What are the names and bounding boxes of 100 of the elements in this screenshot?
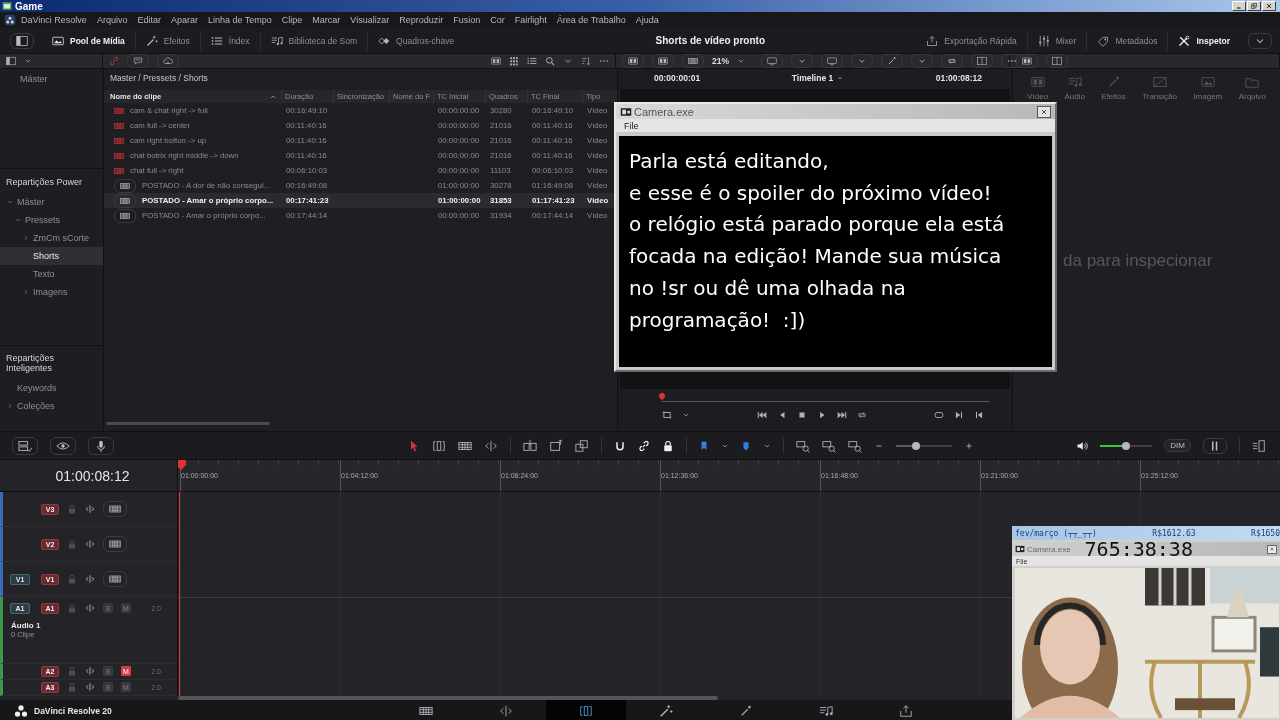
restore-button[interactable] — [1247, 1, 1261, 11]
microphone-icon[interactable] — [88, 436, 114, 455]
sidebar-item[interactable]: Shorts — [33, 251, 59, 261]
menu-item[interactable]: Cor — [485, 15, 510, 25]
chevron-down-icon[interactable] — [22, 234, 30, 242]
film-strip-icon[interactable] — [103, 501, 127, 517]
toolbar-tab[interactable]: Inspetor — [1168, 31, 1240, 50]
menu-item[interactable]: Reproduzir — [394, 15, 449, 25]
menu-item[interactable]: Marcar — [307, 15, 346, 25]
toolbar-tab[interactable]: Quadros-chave — [368, 31, 465, 50]
slider-thumb[interactable] — [1122, 441, 1131, 450]
link-arrows-icon[interactable] — [85, 666, 95, 676]
thumbnail-view-icon[interactable] — [652, 54, 674, 68]
close-button[interactable] — [1037, 105, 1051, 118]
menu-item[interactable]: Visualizar — [345, 15, 395, 25]
link-arrows-icon[interactable] — [85, 682, 95, 692]
grid-icon[interactable] — [509, 56, 519, 66]
split-view-icon[interactable] — [1046, 54, 1068, 68]
lock-icon[interactable] — [662, 439, 674, 452]
menu-item[interactable]: Ajuda — [630, 15, 664, 25]
scrollbar[interactable] — [178, 696, 718, 700]
list-icon[interactable] — [527, 56, 537, 66]
chevron-down-icon[interactable] — [6, 198, 14, 206]
sidebar-item[interactable]: Keywords — [17, 383, 57, 393]
thumbnail-view-icon[interactable] — [622, 54, 644, 68]
toolbar-tab[interactable]: Metadados — [1087, 31, 1169, 50]
sidebar-item[interactable]: Coleções — [17, 401, 55, 411]
loop-icon[interactable] — [857, 410, 867, 420]
zoom-level[interactable]: 21% — [712, 56, 729, 66]
monitor-icon[interactable] — [821, 54, 843, 68]
next-edit-icon[interactable] — [954, 410, 964, 420]
trim-arrows-icon[interactable] — [484, 438, 498, 453]
sidebar-item[interactable]: Pressets — [25, 215, 60, 225]
previous-edit-icon[interactable] — [974, 410, 984, 420]
panel-icon[interactable] — [6, 56, 16, 66]
search-icon[interactable] — [545, 56, 555, 66]
menu-item[interactable]: Arquivo — [91, 15, 133, 25]
sidebar-item[interactable]: ZmCm sCorte — [33, 233, 89, 243]
play-icon[interactable] — [817, 410, 827, 420]
link-arrows-icon[interactable] — [85, 574, 95, 584]
magnet-icon[interactable] — [614, 439, 626, 452]
link-arrows-icon[interactable] — [85, 539, 95, 549]
marker-icon[interactable] — [741, 440, 751, 451]
zoom-icon[interactable] — [822, 438, 836, 453]
split-view-icon[interactable] — [971, 54, 993, 68]
toolbar-tab[interactable]: Mixer — [1027, 31, 1088, 50]
loop-icon[interactable] — [941, 54, 963, 68]
insert-clip-icon[interactable] — [523, 438, 537, 453]
slider-thumb[interactable] — [911, 441, 920, 450]
panel-toggle-icon[interactable] — [1252, 438, 1266, 453]
playhead-marker[interactable] — [657, 391, 667, 401]
zoom-icon[interactable] — [848, 438, 862, 453]
page-tab[interactable] — [546, 700, 626, 720]
thumbnail-view-icon[interactable] — [1016, 54, 1038, 68]
menu-item[interactable]: Linha de Tempo — [202, 15, 277, 25]
toolbar-tab[interactable]: Efeitos — [135, 31, 201, 50]
toolbar-tab[interactable]: Pool de Mídia — [42, 31, 136, 50]
eye-icon[interactable] — [50, 436, 76, 455]
go-to-end-icon[interactable] — [837, 410, 847, 420]
film-strip-icon[interactable] — [103, 536, 127, 552]
panel-icon[interactable] — [10, 32, 34, 49]
dim-button[interactable]: DIM — [1164, 439, 1191, 452]
toolbar-tab[interactable]: Índex — [200, 31, 261, 50]
monitor-icon[interactable] — [761, 54, 783, 68]
minimize-button[interactable] — [1232, 1, 1246, 11]
playhead-marker[interactable] — [178, 460, 186, 470]
toolbar-tab[interactable]: Biblioteca de Som — [260, 31, 369, 50]
chevron-down-icon[interactable] — [14, 216, 22, 224]
menu-item[interactable]: Aparar — [165, 15, 203, 25]
sidebar-item[interactable]: Máster — [20, 74, 103, 84]
thumbnail-view-icon[interactable] — [491, 56, 501, 66]
menu-item[interactable]: Fairlight — [509, 15, 552, 25]
menu-item[interactable]: Clipe — [276, 15, 308, 25]
flag-icon[interactable] — [699, 440, 709, 451]
chevron-down-icon[interactable] — [24, 57, 32, 65]
replace-clip-icon[interactable] — [575, 438, 589, 453]
timeline-selector[interactable]: Timeline 1 — [791, 73, 845, 83]
cloud-icon[interactable] — [157, 54, 179, 68]
menu-item[interactable]: DaVinci Resolve — [16, 15, 92, 25]
sidebar-item[interactable]: Imagens — [33, 287, 68, 297]
menu-item[interactable]: Fusion — [448, 15, 486, 25]
chevron-down-icon[interactable] — [682, 411, 690, 419]
film-strip-icon[interactable] — [682, 54, 704, 68]
chevron-down-icon[interactable] — [737, 57, 745, 65]
film-strip-icon[interactable] — [103, 571, 127, 587]
link-arrows-icon[interactable] — [85, 504, 95, 514]
chevron-down-icon[interactable] — [22, 288, 30, 296]
crop-icon[interactable] — [662, 410, 672, 420]
speaker-icon[interactable] — [1076, 439, 1089, 452]
sidebar-item[interactable]: Máster — [17, 197, 45, 207]
speech-bubble-icon[interactable] — [127, 54, 149, 68]
meter-icon[interactable] — [1203, 437, 1227, 454]
toolbar-tab[interactable]: Exportação Rápida — [916, 31, 1028, 50]
overwrite-clip-icon[interactable] — [549, 438, 563, 453]
pointer-icon[interactable] — [408, 439, 420, 452]
scrollbar[interactable] — [106, 422, 270, 425]
menu-item[interactable]: Área de Trabalho — [551, 15, 631, 25]
track-list-icon[interactable] — [12, 436, 38, 455]
menu-item[interactable]: Editar — [132, 15, 166, 25]
trim-icon[interactable] — [432, 438, 446, 453]
